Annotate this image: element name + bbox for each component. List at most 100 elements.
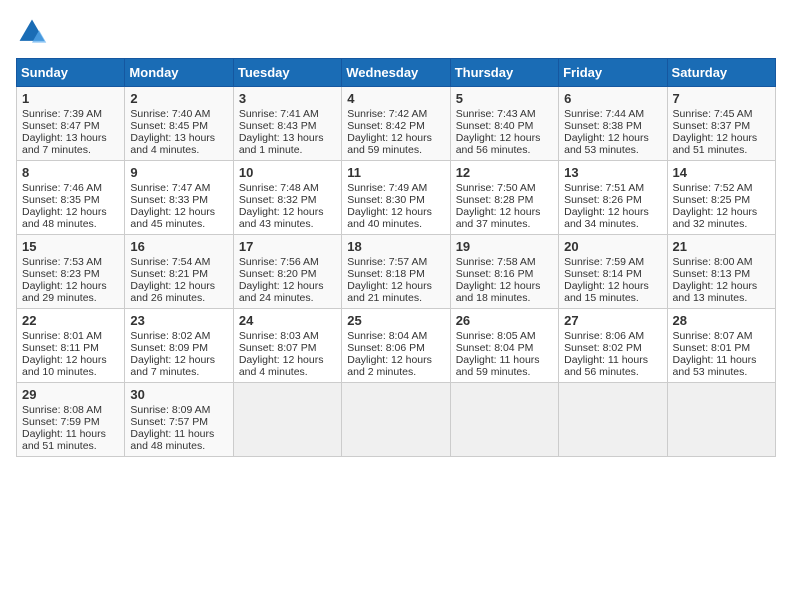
calendar-cell: 30Sunrise: 8:09 AMSunset: 7:57 PMDayligh…: [125, 383, 233, 457]
day-info: Sunrise: 8:07 AM: [673, 330, 770, 342]
calendar-cell: 11Sunrise: 7:49 AMSunset: 8:30 PMDayligh…: [342, 161, 450, 235]
day-info: Sunset: 8:26 PM: [564, 194, 661, 206]
day-info: Daylight: 12 hours: [130, 206, 227, 218]
day-number: 21: [673, 239, 770, 254]
day-info: and 56 minutes.: [564, 366, 661, 378]
calendar-cell: 19Sunrise: 7:58 AMSunset: 8:16 PMDayligh…: [450, 235, 558, 309]
day-info: Sunset: 8:01 PM: [673, 342, 770, 354]
day-info: Sunrise: 8:06 AM: [564, 330, 661, 342]
day-info: and 37 minutes.: [456, 218, 553, 230]
calendar-cell: [559, 383, 667, 457]
day-info: Daylight: 12 hours: [456, 206, 553, 218]
day-number: 10: [239, 165, 336, 180]
day-info: and 43 minutes.: [239, 218, 336, 230]
day-info: and 18 minutes.: [456, 292, 553, 304]
day-info: Sunset: 8:11 PM: [22, 342, 119, 354]
day-number: 12: [456, 165, 553, 180]
day-info: and 15 minutes.: [564, 292, 661, 304]
calendar-cell: 26Sunrise: 8:05 AMSunset: 8:04 PMDayligh…: [450, 309, 558, 383]
calendar-cell: 27Sunrise: 8:06 AMSunset: 8:02 PMDayligh…: [559, 309, 667, 383]
day-info: Sunrise: 7:46 AM: [22, 182, 119, 194]
day-info: Daylight: 12 hours: [239, 354, 336, 366]
day-info: Daylight: 12 hours: [456, 280, 553, 292]
day-info: Sunset: 8:20 PM: [239, 268, 336, 280]
day-info: Sunrise: 8:02 AM: [130, 330, 227, 342]
day-info: Sunrise: 7:53 AM: [22, 256, 119, 268]
weekday-header-wednesday: Wednesday: [342, 59, 450, 87]
calendar-cell: 16Sunrise: 7:54 AMSunset: 8:21 PMDayligh…: [125, 235, 233, 309]
day-info: and 34 minutes.: [564, 218, 661, 230]
day-info: Sunset: 8:06 PM: [347, 342, 444, 354]
day-info: Daylight: 12 hours: [130, 280, 227, 292]
day-info: and 53 minutes.: [673, 366, 770, 378]
day-info: and 26 minutes.: [130, 292, 227, 304]
day-number: 3: [239, 91, 336, 106]
day-info: Sunrise: 8:00 AM: [673, 256, 770, 268]
calendar-week-1: 1Sunrise: 7:39 AMSunset: 8:47 PMDaylight…: [17, 87, 776, 161]
day-info: Sunrise: 7:42 AM: [347, 108, 444, 120]
day-number: 22: [22, 313, 119, 328]
calendar-cell: 6Sunrise: 7:44 AMSunset: 8:38 PMDaylight…: [559, 87, 667, 161]
day-info: Sunrise: 8:01 AM: [22, 330, 119, 342]
weekday-header-thursday: Thursday: [450, 59, 558, 87]
day-info: Daylight: 12 hours: [347, 280, 444, 292]
calendar-cell: 7Sunrise: 7:45 AMSunset: 8:37 PMDaylight…: [667, 87, 775, 161]
day-info: Daylight: 12 hours: [564, 132, 661, 144]
day-info: Sunset: 8:25 PM: [673, 194, 770, 206]
calendar-cell: 13Sunrise: 7:51 AMSunset: 8:26 PMDayligh…: [559, 161, 667, 235]
day-info: and 4 minutes.: [239, 366, 336, 378]
day-info: Daylight: 11 hours: [456, 354, 553, 366]
weekday-header-friday: Friday: [559, 59, 667, 87]
calendar-cell: 10Sunrise: 7:48 AMSunset: 8:32 PMDayligh…: [233, 161, 341, 235]
day-info: Sunset: 8:09 PM: [130, 342, 227, 354]
calendar-cell: 12 Sunrise: 7:50 AMSunset: 8:28 PMDayligh…: [450, 161, 558, 235]
day-info: Sunset: 8:35 PM: [22, 194, 119, 206]
day-number: 27: [564, 313, 661, 328]
day-info: Sunset: 8:40 PM: [456, 120, 553, 132]
day-info: and 40 minutes.: [347, 218, 444, 230]
day-info: Sunrise: 7:44 AM: [564, 108, 661, 120]
day-info: and 51 minutes.: [22, 440, 119, 452]
calendar-cell: [667, 383, 775, 457]
day-number: 14: [673, 165, 770, 180]
day-info: Sunset: 8:42 PM: [347, 120, 444, 132]
calendar-week-4: 22 Sunrise: 8:01 AMSunset: 8:11 PM Dayligh…: [17, 309, 776, 383]
day-info: Daylight: 12 hours: [564, 206, 661, 218]
day-info: Daylight: 12 hours: [239, 206, 336, 218]
day-info: and 45 minutes.: [130, 218, 227, 230]
day-info: Sunrise: 7:45 AM: [673, 108, 770, 120]
day-info: Sunrise: 7:48 AM: [239, 182, 336, 194]
day-info: Sunset: 8:02 PM: [564, 342, 661, 354]
page-header: [16, 16, 776, 48]
day-info: and 29 minutes.: [22, 292, 119, 304]
day-info: Sunrise: 7:41 AM: [239, 108, 336, 120]
weekday-header-saturday: Saturday: [667, 59, 775, 87]
day-number: 26: [456, 313, 553, 328]
day-number: 2: [130, 91, 227, 106]
day-info: Sunrise: 7:49 AM: [347, 182, 444, 194]
day-number: 4: [347, 91, 444, 106]
day-info: Sunset: 8:18 PM: [347, 268, 444, 280]
calendar-week-2: 8Sunrise: 7:46 AMSunset: 8:35 PMDaylight…: [17, 161, 776, 235]
day-info: Daylight: 12 hours: [130, 354, 227, 366]
day-info: Sunset: 8:43 PM: [239, 120, 336, 132]
day-info: and 21 minutes.: [347, 292, 444, 304]
day-info: Sunrise: 7:47 AM: [130, 182, 227, 194]
day-info: Sunrise: 8:09 AM: [130, 404, 227, 416]
day-info: Sunrise: 7:50 AM: [456, 182, 553, 194]
day-info: and 4 minutes.: [130, 144, 227, 156]
calendar-cell: 28Sunrise: 8:07 AMSunset: 8:01 PMDayligh…: [667, 309, 775, 383]
day-info: and 53 minutes.: [564, 144, 661, 156]
day-info: Daylight: 13 hours: [130, 132, 227, 144]
day-info: Sunset: 8:37 PM: [673, 120, 770, 132]
day-info: Daylight: 12 hours: [347, 206, 444, 218]
day-info: Sunrise: 8:08 AM: [22, 404, 119, 416]
logo-icon: [16, 16, 48, 48]
day-info: and 59 minutes.: [347, 144, 444, 156]
calendar-cell: 21Sunrise: 8:00 AMSunset: 8:13 PMDayligh…: [667, 235, 775, 309]
calendar-cell: 3Sunrise: 7:41 AMSunset: 8:43 PMDaylight…: [233, 87, 341, 161]
day-info: and 13 minutes.: [673, 292, 770, 304]
calendar-table: SundayMondayTuesdayWednesdayThursdayFrid…: [16, 58, 776, 457]
day-info: and 2 minutes.: [347, 366, 444, 378]
day-info: Sunset: 8:28 PM: [456, 194, 553, 206]
